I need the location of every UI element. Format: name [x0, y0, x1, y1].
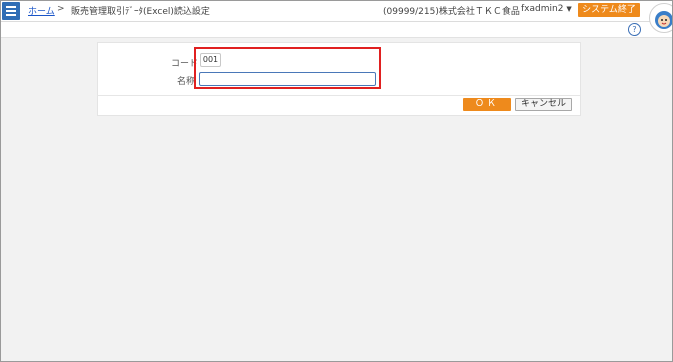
app-window: ホーム > 販売管理取引ﾃﾞｰﾀ(Excel)読込設定 (09999/215)株…: [0, 0, 673, 362]
hamburger-menu-icon[interactable]: [2, 2, 20, 20]
company-name: (09999/215)株式会社ＴＫＣ食品: [383, 7, 520, 17]
chevron-down-icon: ▼: [566, 5, 572, 13]
ok-button[interactable]: ＯＫ: [463, 98, 511, 111]
mascot-avatar-icon[interactable]: [649, 3, 672, 33]
sub-toolbar: [1, 22, 672, 38]
page-title: 販売管理取引ﾃﾞｰﾀ(Excel)読込設定: [71, 7, 210, 17]
user-name: fxadmin2: [521, 4, 564, 14]
cancel-button[interactable]: キャンセル: [515, 98, 572, 111]
help-icon[interactable]: ?: [628, 23, 641, 36]
user-menu[interactable]: fxadmin2 ▼: [521, 4, 572, 14]
top-bar: ホーム > 販売管理取引ﾃﾞｰﾀ(Excel)読込設定 (09999/215)株…: [1, 1, 672, 22]
dialog-divider: [97, 95, 580, 96]
name-label: 名称: [177, 77, 196, 87]
breadcrumb-separator: >: [57, 4, 65, 14]
highlight-box: [194, 47, 381, 89]
breadcrumb-home-link[interactable]: ホーム: [28, 4, 55, 17]
system-exit-button[interactable]: システム終了: [578, 3, 640, 17]
